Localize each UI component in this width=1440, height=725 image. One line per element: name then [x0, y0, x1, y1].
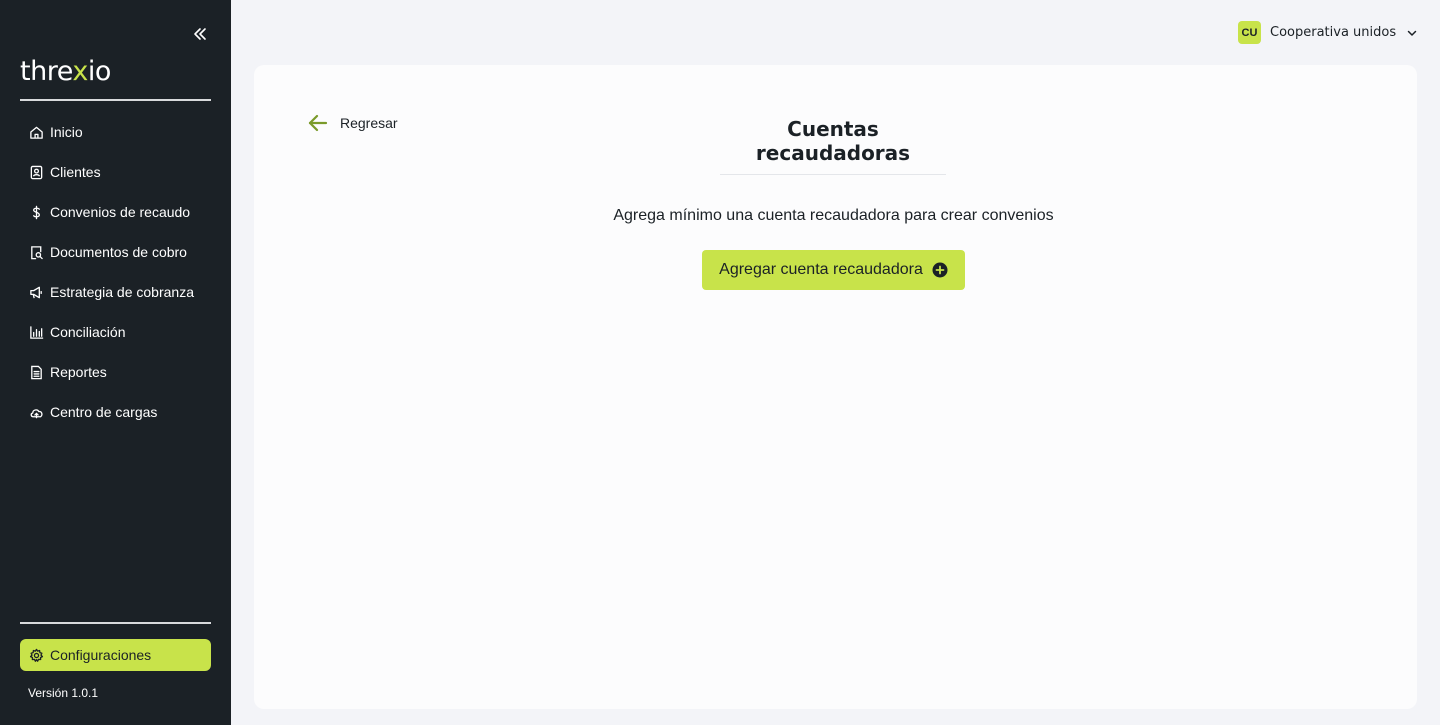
sidebar-item-label: Documentos de cobro	[50, 244, 187, 260]
sidebar-item-clientes[interactable]: Clientes	[20, 156, 211, 188]
account-name: Cooperativa unidos	[1270, 25, 1397, 40]
sidebar-item-label: Reportes	[50, 364, 107, 380]
add-collection-account-button[interactable]: Agregar cuenta recaudadora	[702, 250, 965, 290]
back-label: Regresar	[340, 115, 398, 131]
sidebar-item-centro-cargas[interactable]: Centro de cargas	[20, 396, 211, 428]
home-icon	[28, 124, 44, 140]
sidebar-item-configuraciones[interactable]: Configuraciones	[20, 639, 211, 671]
back-button[interactable]: Regresar	[306, 111, 398, 135]
sidebar-item-label: Convenios de recaudo	[50, 204, 191, 220]
sidebar-item-inicio[interactable]: Inicio	[20, 116, 211, 148]
account-selector[interactable]: CU Cooperativa unidos	[1238, 21, 1418, 44]
add-button-label: Agregar cuenta recaudadora	[719, 261, 923, 278]
contact-card-icon	[28, 164, 44, 180]
sidebar-item-label: Inicio	[50, 124, 83, 140]
sidebar: threxio Inicio Clientes Convenios de rec…	[0, 0, 231, 725]
sidebar-item-label: Conciliación	[50, 324, 126, 340]
sidebar-item-estrategia[interactable]: Estrategia de cobranza	[20, 276, 211, 308]
threxio-logo[interactable]: threxio	[20, 56, 111, 87]
sidebar-item-conciliacion[interactable]: Conciliación	[20, 316, 211, 348]
document-search-icon	[28, 244, 44, 260]
report-icon	[28, 364, 44, 380]
arrow-left-icon	[308, 114, 328, 132]
bar-chart-icon	[28, 324, 44, 340]
empty-state-message: Agrega mínimo una cuenta recaudadora par…	[613, 207, 1054, 224]
avatar: CU	[1238, 21, 1261, 44]
sidebar-item-reportes[interactable]: Reportes	[20, 356, 211, 388]
main-card: Regresar Cuentas recaudadoras Agrega mín…	[254, 65, 1417, 709]
megaphone-icon	[28, 284, 44, 300]
sidebar-item-label: Configuraciones	[50, 647, 152, 663]
dollar-icon	[28, 204, 44, 220]
collapse-sidebar-icon[interactable]	[190, 24, 210, 44]
sidebar-item-documentos[interactable]: Documentos de cobro	[20, 236, 211, 268]
sidebar-item-label: Centro de cargas	[50, 404, 158, 420]
gear-icon	[28, 647, 44, 663]
sidebar-divider-bottom	[20, 622, 211, 624]
sidebar-item-label: Clientes	[50, 164, 101, 180]
app-version: Versión 1.0.1	[28, 686, 99, 700]
page-title: Cuentas recaudadoras	[720, 117, 946, 175]
plus-circle-icon	[932, 262, 948, 278]
sidebar-divider-top	[20, 99, 211, 101]
chevron-down-icon	[1407, 30, 1417, 36]
sidebar-item-convenios[interactable]: Convenios de recaudo	[20, 196, 211, 228]
sidebar-item-label: Estrategia de cobranza	[50, 284, 194, 300]
cloud-upload-icon	[28, 404, 44, 420]
